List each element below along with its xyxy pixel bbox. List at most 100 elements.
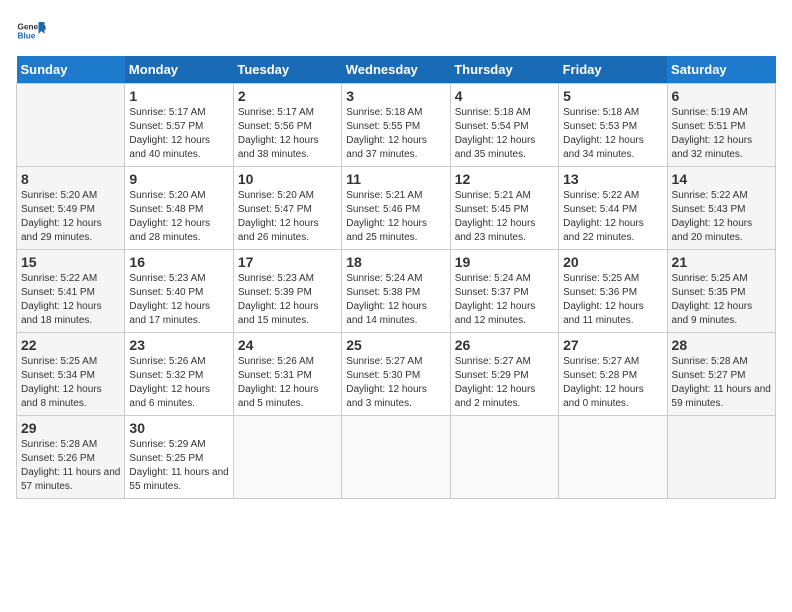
day-info: Sunrise: 5:22 AMSunset: 5:44 PMDaylight:… bbox=[563, 189, 662, 245]
calendar-table: SundayMondayTuesdayWednesdayThursdayFrid… bbox=[16, 56, 776, 499]
day-info: Sunrise: 5:17 AMSunset: 5:57 PMDaylight:… bbox=[129, 106, 228, 162]
calendar-cell: 23 Sunrise: 5:26 AMSunset: 5:32 PMDayligh… bbox=[125, 333, 233, 416]
calendar-cell: 20 Sunrise: 5:25 AMSunset: 5:36 PMDayligh… bbox=[559, 250, 667, 333]
calendar-week-4: 29Sunrise: 5:28 AMSunset: 5:26 PMDayligh… bbox=[17, 416, 776, 499]
calendar-cell: 25 Sunrise: 5:27 AMSunset: 5:30 PMDayligh… bbox=[342, 333, 450, 416]
day-info: Sunrise: 5:18 AMSunset: 5:54 PMDaylight:… bbox=[455, 106, 554, 162]
day-number: 1 bbox=[129, 88, 228, 104]
day-info: Sunrise: 5:26 AMSunset: 5:32 PMDaylight:… bbox=[129, 355, 228, 411]
day-info: Sunrise: 5:20 AMSunset: 5:49 PMDaylight:… bbox=[21, 189, 120, 245]
day-info: Sunrise: 5:24 AMSunset: 5:37 PMDaylight:… bbox=[455, 272, 554, 328]
day-number: 15 bbox=[21, 254, 120, 270]
day-number: 2 bbox=[238, 88, 337, 104]
day-info: Sunrise: 5:18 AMSunset: 5:55 PMDaylight:… bbox=[346, 106, 445, 162]
day-number: 25 bbox=[346, 337, 445, 353]
calendar-cell bbox=[17, 84, 125, 167]
day-info: Sunrise: 5:27 AMSunset: 5:30 PMDaylight:… bbox=[346, 355, 445, 411]
calendar-cell: 2 Sunrise: 5:17 AMSunset: 5:56 PMDaylight… bbox=[233, 84, 341, 167]
day-info: Sunrise: 5:21 AMSunset: 5:45 PMDaylight:… bbox=[455, 189, 554, 245]
day-number: 9 bbox=[129, 171, 228, 187]
day-info: Sunrise: 5:23 AMSunset: 5:40 PMDaylight:… bbox=[129, 272, 228, 328]
calendar-cell bbox=[559, 416, 667, 499]
day-number: 16 bbox=[129, 254, 228, 270]
day-number: 18 bbox=[346, 254, 445, 270]
calendar-cell: 6 Sunrise: 5:19 AMSunset: 5:51 PMDaylight… bbox=[667, 84, 775, 167]
day-number: 26 bbox=[455, 337, 554, 353]
logo-icon: General Blue bbox=[16, 16, 46, 46]
day-info: Sunrise: 5:25 AMSunset: 5:34 PMDaylight:… bbox=[21, 355, 120, 411]
day-number: 8 bbox=[21, 171, 120, 187]
day-info: Sunrise: 5:20 AMSunset: 5:48 PMDaylight:… bbox=[129, 189, 228, 245]
calendar-cell: 28 Sunrise: 5:28 AMSunset: 5:27 PMDayligh… bbox=[667, 333, 775, 416]
day-info: Sunrise: 5:17 AMSunset: 5:56 PMDaylight:… bbox=[238, 106, 337, 162]
logo: General Blue bbox=[16, 16, 46, 46]
day-info: Sunrise: 5:29 AMSunset: 5:25 PMDaylight:… bbox=[129, 438, 228, 494]
day-number: 29 bbox=[21, 420, 120, 436]
calendar-cell: 8 Sunrise: 5:20 AMSunset: 5:49 PMDaylight… bbox=[17, 167, 125, 250]
day-info: Sunrise: 5:25 AMSunset: 5:36 PMDaylight:… bbox=[563, 272, 662, 328]
page-header: General Blue bbox=[16, 16, 776, 46]
calendar-cell: 1 Sunrise: 5:17 AMSunset: 5:57 PMDaylight… bbox=[125, 84, 233, 167]
day-number: 3 bbox=[346, 88, 445, 104]
calendar-cell: 29Sunrise: 5:28 AMSunset: 5:26 PMDayligh… bbox=[17, 416, 125, 499]
day-number: 23 bbox=[129, 337, 228, 353]
day-info: Sunrise: 5:22 AMSunset: 5:43 PMDaylight:… bbox=[672, 189, 771, 245]
calendar-cell: 12 Sunrise: 5:21 AMSunset: 5:45 PMDayligh… bbox=[450, 167, 558, 250]
calendar-cell: 14 Sunrise: 5:22 AMSunset: 5:43 PMDayligh… bbox=[667, 167, 775, 250]
calendar-cell: 5 Sunrise: 5:18 AMSunset: 5:53 PMDaylight… bbox=[559, 84, 667, 167]
day-number: 5 bbox=[563, 88, 662, 104]
day-number: 10 bbox=[238, 171, 337, 187]
calendar-cell: 18 Sunrise: 5:24 AMSunset: 5:38 PMDayligh… bbox=[342, 250, 450, 333]
col-header-wednesday: Wednesday bbox=[342, 56, 450, 84]
col-header-thursday: Thursday bbox=[450, 56, 558, 84]
day-number: 28 bbox=[672, 337, 771, 353]
calendar-cell: 22 Sunrise: 5:25 AMSunset: 5:34 PMDayligh… bbox=[17, 333, 125, 416]
day-number: 27 bbox=[563, 337, 662, 353]
header-row: SundayMondayTuesdayWednesdayThursdayFrid… bbox=[17, 56, 776, 84]
day-info: Sunrise: 5:25 AMSunset: 5:35 PMDaylight:… bbox=[672, 272, 771, 328]
calendar-cell: 16 Sunrise: 5:23 AMSunset: 5:40 PMDayligh… bbox=[125, 250, 233, 333]
calendar-cell bbox=[342, 416, 450, 499]
calendar-week-3: 22 Sunrise: 5:25 AMSunset: 5:34 PMDayligh… bbox=[17, 333, 776, 416]
calendar-cell bbox=[667, 416, 775, 499]
day-number: 30 bbox=[129, 420, 228, 436]
day-number: 14 bbox=[672, 171, 771, 187]
day-info: Sunrise: 5:18 AMSunset: 5:53 PMDaylight:… bbox=[563, 106, 662, 162]
calendar-cell: 4Sunrise: 5:18 AMSunset: 5:54 PMDaylight… bbox=[450, 84, 558, 167]
day-info: Sunrise: 5:28 AMSunset: 5:27 PMDaylight:… bbox=[672, 355, 771, 411]
day-number: 12 bbox=[455, 171, 554, 187]
calendar-cell: 27 Sunrise: 5:27 AMSunset: 5:28 PMDayligh… bbox=[559, 333, 667, 416]
day-info: Sunrise: 5:22 AMSunset: 5:41 PMDaylight:… bbox=[21, 272, 120, 328]
day-info: Sunrise: 5:26 AMSunset: 5:31 PMDaylight:… bbox=[238, 355, 337, 411]
calendar-cell: 24Sunrise: 5:26 AMSunset: 5:31 PMDayligh… bbox=[233, 333, 341, 416]
calendar-cell: 3 Sunrise: 5:18 AMSunset: 5:55 PMDaylight… bbox=[342, 84, 450, 167]
calendar-cell: 30 Sunrise: 5:29 AMSunset: 5:25 PMDayligh… bbox=[125, 416, 233, 499]
day-number: 6 bbox=[672, 88, 771, 104]
calendar-cell: 9 Sunrise: 5:20 AMSunset: 5:48 PMDaylight… bbox=[125, 167, 233, 250]
day-info: Sunrise: 5:21 AMSunset: 5:46 PMDaylight:… bbox=[346, 189, 445, 245]
calendar-cell: 13 Sunrise: 5:22 AMSunset: 5:44 PMDayligh… bbox=[559, 167, 667, 250]
calendar-cell bbox=[233, 416, 341, 499]
calendar-week-2: 15 Sunrise: 5:22 AMSunset: 5:41 PMDayligh… bbox=[17, 250, 776, 333]
calendar-cell: 21 Sunrise: 5:25 AMSunset: 5:35 PMDayligh… bbox=[667, 250, 775, 333]
day-number: 21 bbox=[672, 254, 771, 270]
day-info: Sunrise: 5:19 AMSunset: 5:51 PMDaylight:… bbox=[672, 106, 771, 162]
day-info: Sunrise: 5:24 AMSunset: 5:38 PMDaylight:… bbox=[346, 272, 445, 328]
day-number: 13 bbox=[563, 171, 662, 187]
calendar-cell: 11 Sunrise: 5:21 AMSunset: 5:46 PMDayligh… bbox=[342, 167, 450, 250]
day-info: Sunrise: 5:27 AMSunset: 5:29 PMDaylight:… bbox=[455, 355, 554, 411]
day-number: 11 bbox=[346, 171, 445, 187]
calendar-week-0: 1 Sunrise: 5:17 AMSunset: 5:57 PMDaylight… bbox=[17, 84, 776, 167]
calendar-week-1: 8 Sunrise: 5:20 AMSunset: 5:49 PMDaylight… bbox=[17, 167, 776, 250]
col-header-sunday: Sunday bbox=[17, 56, 125, 84]
calendar-cell: 15 Sunrise: 5:22 AMSunset: 5:41 PMDayligh… bbox=[17, 250, 125, 333]
calendar-cell: 26 Sunrise: 5:27 AMSunset: 5:29 PMDayligh… bbox=[450, 333, 558, 416]
day-number: 22 bbox=[21, 337, 120, 353]
calendar-cell: 17Sunrise: 5:23 AMSunset: 5:39 PMDayligh… bbox=[233, 250, 341, 333]
day-number: 17 bbox=[238, 254, 337, 270]
day-number: 19 bbox=[455, 254, 554, 270]
day-number: 20 bbox=[563, 254, 662, 270]
calendar-cell bbox=[450, 416, 558, 499]
day-info: Sunrise: 5:27 AMSunset: 5:28 PMDaylight:… bbox=[563, 355, 662, 411]
calendar-cell: 10Sunrise: 5:20 AMSunset: 5:47 PMDayligh… bbox=[233, 167, 341, 250]
